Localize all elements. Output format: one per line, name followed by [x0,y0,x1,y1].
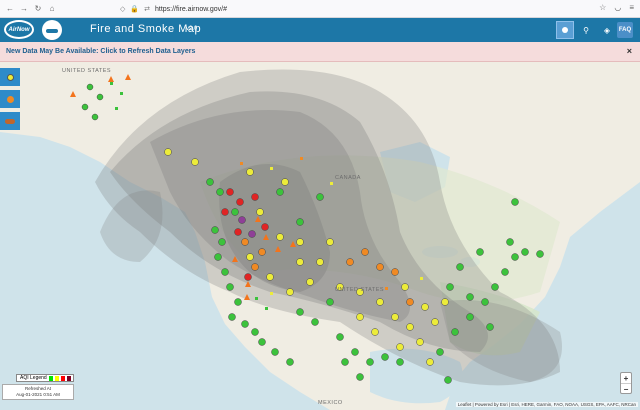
map-label-united-states: UNITED STATES [335,287,385,293]
forward-icon[interactable]: → [20,4,28,13]
app-header: AirNow Fire and Smoke Map v2.0 ⚲ ◈ FAQ [0,18,640,42]
faq-button[interactable]: FAQ [617,22,633,38]
aqi-dot-icon [6,73,14,81]
reload-icon[interactable]: ↻ [34,4,42,13]
close-icon[interactable]: × [627,46,632,56]
layers-button[interactable]: ◈ [598,21,616,39]
zoom-control: + − [620,372,632,394]
legend-swatch-hazardous [66,375,71,381]
permissions-icon: ⇄ [144,6,150,13]
fire-layer-icon [6,95,14,103]
home-icon[interactable]: ⌂ [48,4,56,13]
search-button[interactable]: ⚲ [577,21,595,39]
bookmark-star-icon[interactable]: ☆ [599,3,606,12]
menu-icon[interactable]: ≡ [629,3,634,12]
legend-swatch-moderate [54,375,59,381]
aqi-legend-label: AQI Legend [20,375,47,381]
url-text[interactable]: https://fire.airnow.gov/# [155,6,227,13]
refresh-notice[interactable]: New Data May Be Available: Click to Refr… [0,42,640,62]
agency-logo[interactable] [42,20,62,40]
back-icon[interactable]: ← [6,4,14,13]
layers-icon: ◈ [603,25,611,35]
map-attribution[interactable]: Leaflet | Powered by Esri | Esri, HERE, … [455,402,638,407]
app-title: Fire and Smoke Map [90,23,202,35]
browser-nav: ← → ↻ ⌂ [0,4,120,13]
fire-layer-toggle[interactable] [0,90,20,108]
pocket-icon[interactable]: ◡ [614,3,621,12]
basemap [0,62,640,410]
app-version: v2.0 [186,26,198,32]
aqi-layer-toggle[interactable] [0,68,20,86]
browser-toolbar: ← → ↻ ⌂ ◇ 🔒 ⇄ https://fire.airnow.gov/# … [0,0,640,18]
zoom-out-button[interactable]: − [621,384,631,395]
airnow-logo[interactable]: AirNow [4,20,34,39]
map-label-mexico: MEXICO [318,400,343,406]
legend-swatch-unhealthy [60,375,65,381]
location-dot-icon [562,27,568,33]
search-icon: ⚲ [583,25,589,35]
smoke-cloud-icon [5,118,15,124]
map-label-canada: CANADA [335,175,361,181]
map-canvas[interactable]: UNITED STATES CANADA UNITED STATES MEXIC… [0,62,640,410]
map-label-alaska: UNITED STATES [62,68,112,74]
location-button[interactable] [556,21,574,39]
legend-swatch-good [48,375,53,381]
refreshed-timestamp: Refreshed At Aug-01-2021 0:51 AM [2,384,74,400]
lock-icon: 🔒 [130,6,140,13]
zoom-in-button[interactable]: + [621,373,631,384]
refreshed-time: Aug-01-2021 0:51 AM [16,392,60,397]
smoke-layer-toggle[interactable] [0,112,20,130]
browser-actions: ☆ ◡ ≡ [599,3,634,12]
address-bar[interactable]: ◇ 🔒 ⇄ https://fire.airnow.gov/# [120,3,550,15]
shield-icon: ◇ [120,6,126,13]
aqi-legend[interactable]: AQI Legend [16,374,74,382]
refresh-notice-text[interactable]: New Data May Be Available: Click to Refr… [6,48,195,55]
